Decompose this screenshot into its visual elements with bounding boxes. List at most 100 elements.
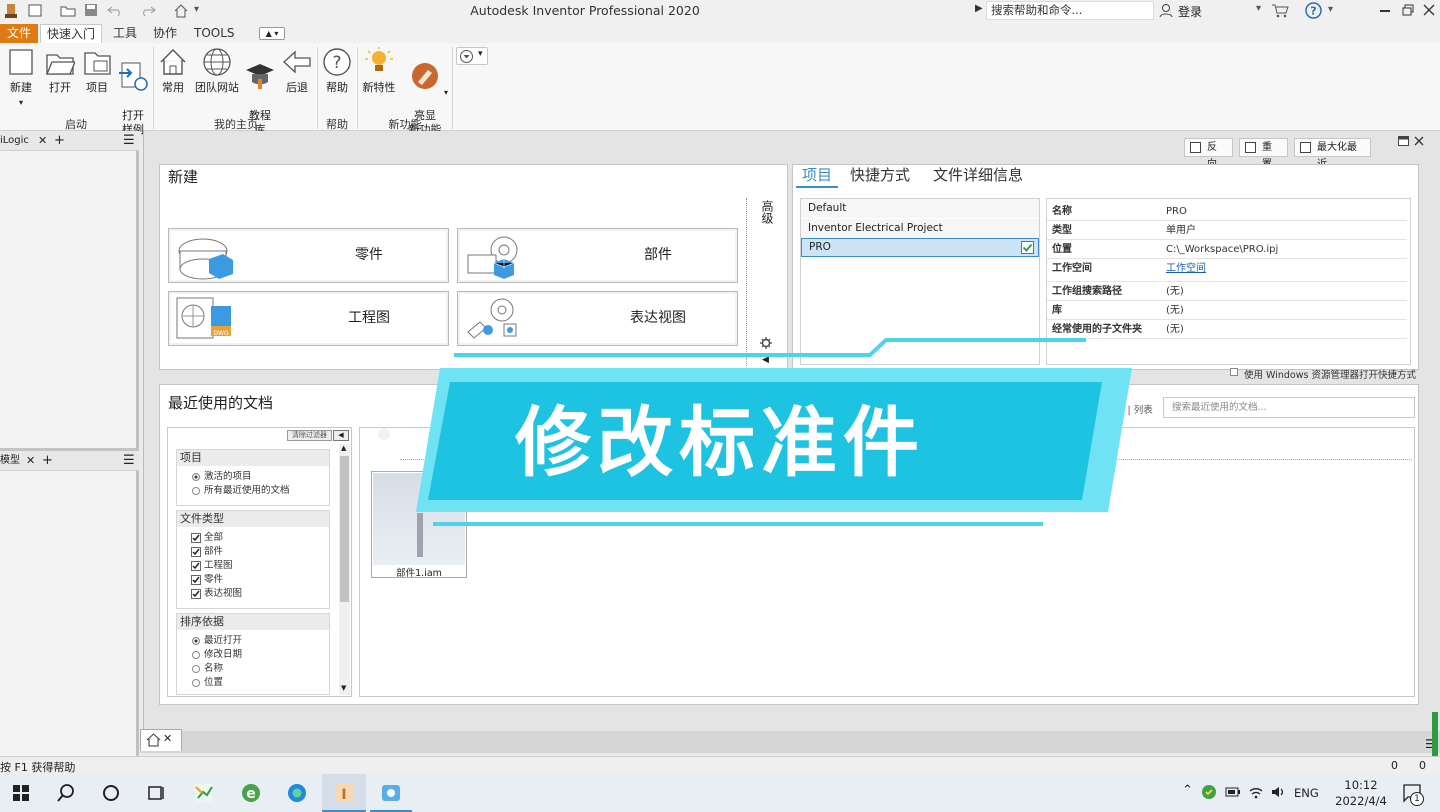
battery-icon[interactable] — [1225, 785, 1241, 799]
windows-start-icon[interactable] — [10, 782, 32, 804]
help-search-input[interactable]: 搜索帮助和命令... — [986, 1, 1154, 20]
workspace-link[interactable]: 工作空间 — [1166, 259, 1206, 278]
ribbon-options-button[interactable]: ▾ — [456, 47, 488, 65]
search-expand-icon[interactable]: ▶ — [975, 3, 983, 14]
team-web-button[interactable]: 团队网站 — [192, 47, 242, 95]
prop-row: 工作空间 工作空间 — [1047, 259, 1407, 282]
close-button[interactable] — [1423, 4, 1435, 16]
restore-button[interactable] — [1402, 4, 1415, 16]
scroll-down-icon[interactable]: ▼ — [341, 684, 346, 692]
input-language[interactable]: ENG — [1294, 786, 1319, 800]
prop-row: 工作组搜索路径 (无) — [1047, 282, 1407, 301]
filter-type-part[interactable]: 零件 — [177, 573, 329, 587]
tab-shortcuts[interactable]: 快捷方式 — [850, 164, 910, 186]
clock-time: 10:12 — [1344, 778, 1378, 792]
project-item-pro[interactable]: PRO — [801, 238, 1039, 257]
close-icon[interactable]: ✕ — [163, 732, 172, 745]
close-icon[interactable]: ✕ — [38, 131, 47, 151]
project-item-electrical[interactable]: Inventor Electrical Project — [801, 219, 1039, 238]
filter-option-label: 位置 — [204, 677, 224, 688]
filter-option-label: 修改日期 — [204, 649, 243, 660]
checkbox-checked-icon[interactable] — [191, 589, 201, 599]
ilogic-tab[interactable]: iLogic ✕ + ☰ — [0, 131, 139, 151]
open-button[interactable]: 打开 — [43, 47, 77, 95]
group-divider — [153, 47, 154, 129]
sort-option-name[interactable]: 名称 — [177, 662, 329, 676]
close-icon[interactable] — [1414, 136, 1424, 146]
menu-icon[interactable]: ☰ — [123, 131, 135, 151]
part-icon — [178, 238, 233, 280]
ribbon-panel: 新建 ▾ 打开 项目 打开 样例 启动 常用 团队网站 教程 库 后退 我的主页 … — [0, 43, 1440, 136]
maximize-icon — [1300, 142, 1311, 153]
show-hidden-icons-icon[interactable]: ⌃ — [1182, 783, 1193, 798]
help-dropdown-icon[interactable]: ▾ — [1328, 4, 1333, 15]
home-icon — [146, 733, 161, 747]
prop-key: 库 — [1052, 305, 1062, 316]
tab-tools-extra[interactable]: TOOLS — [188, 24, 241, 43]
back-button[interactable]: 后退 — [280, 47, 314, 95]
cortana-icon[interactable] — [100, 782, 122, 804]
sort-option-recent[interactable]: 最近打开 — [177, 634, 329, 648]
tab-get-started[interactable]: 快速入门 — [40, 24, 103, 43]
new-assembly-card[interactable]: 部件 — [457, 228, 738, 283]
new-part-card[interactable]: 零件 — [168, 228, 449, 283]
checkbox-checked-icon[interactable] — [191, 575, 201, 585]
project-item-default[interactable]: Default — [801, 199, 1039, 218]
checkbox-checked-icon[interactable] — [191, 561, 201, 571]
ie-browser-icon[interactable]: e — [240, 782, 262, 804]
help-icon[interactable]: ? — [1305, 2, 1322, 19]
filter-type-presentation[interactable]: 表达视图 — [177, 587, 329, 601]
radio[interactable] — [192, 679, 200, 687]
reverse-button[interactable]: 反向 — [1184, 138, 1233, 170]
status-bar: 按 F1 获得帮助 0 0 — [0, 756, 1440, 774]
taskbar-clock[interactable]: 10:12 2022/4/4 — [1330, 777, 1392, 809]
home-doc-tab[interactable]: ✕ — [140, 729, 182, 751]
tab-projects[interactable]: 项目 — [796, 164, 839, 188]
advanced-tab[interactable]: 高级 — [756, 200, 776, 224]
radio[interactable] — [192, 665, 200, 673]
search-icon[interactable] — [55, 782, 77, 804]
svg-text:?: ? — [1310, 5, 1316, 18]
help-button-label: 帮助 — [326, 81, 348, 94]
add-tab-icon[interactable]: + — [54, 131, 65, 151]
new-button[interactable]: 新建 ▾ — [4, 47, 38, 110]
filter-type-drawing[interactable]: 工程图 — [177, 559, 329, 573]
float-window-icon[interactable] — [1398, 136, 1409, 146]
checkbox-checked-icon[interactable] — [191, 547, 201, 557]
tab-collaborate[interactable]: 协作 — [147, 24, 183, 43]
sort-option-location[interactable]: 位置 — [177, 676, 329, 690]
tab-file[interactable]: 文件 — [0, 24, 38, 43]
tutorial-icon — [246, 64, 274, 89]
maximize-recent-button[interactable]: 最大化最近 — [1294, 138, 1371, 170]
tab-tools[interactable]: 工具 — [107, 24, 143, 43]
minimize-button[interactable] — [1380, 10, 1390, 12]
resize-grip[interactable] — [1432, 712, 1438, 762]
reset-button[interactable]: 重置 — [1239, 138, 1288, 170]
task-view-icon[interactable] — [145, 782, 167, 804]
login-dropdown-icon[interactable]: ▾ — [1256, 3, 1261, 14]
ribbon-display-toggle-icon[interactable]: ▲ ▾ — [259, 27, 285, 40]
security-icon[interactable] — [1201, 784, 1217, 800]
taskbar-inventor[interactable]: I — [322, 774, 366, 812]
filter-type-assembly[interactable]: 部件 — [177, 545, 329, 559]
whats-new-button[interactable]: 新特性 — [360, 47, 398, 95]
tab-file-details[interactable]: 文件详细信息 — [933, 164, 1023, 186]
wifi-icon[interactable] — [1248, 784, 1264, 800]
sort-option-modified[interactable]: 修改日期 — [177, 648, 329, 662]
radio-selected[interactable] — [192, 637, 200, 645]
chart-app-icon[interactable] — [193, 782, 215, 804]
home-button[interactable]: 常用 — [156, 47, 190, 95]
radio[interactable] — [192, 651, 200, 659]
login-link[interactable]: 登录 — [1178, 3, 1202, 20]
prop-value: PRO — [1166, 206, 1187, 217]
edge-browser-icon[interactable] — [286, 782, 308, 804]
prop-row: 名称 PRO — [1047, 202, 1407, 221]
help-icon: ? — [323, 48, 351, 76]
taskbar-screen-recorder[interactable] — [370, 774, 412, 812]
help-button[interactable]: ? 帮助 — [320, 47, 354, 95]
cart-icon[interactable] — [1271, 3, 1289, 18]
new-button-label: 新建 — [10, 81, 32, 94]
highlight-dropdown-icon[interactable]: ▾ — [444, 88, 448, 97]
projects-button[interactable]: 项目 — [80, 47, 114, 95]
volume-icon[interactable] — [1270, 784, 1286, 800]
